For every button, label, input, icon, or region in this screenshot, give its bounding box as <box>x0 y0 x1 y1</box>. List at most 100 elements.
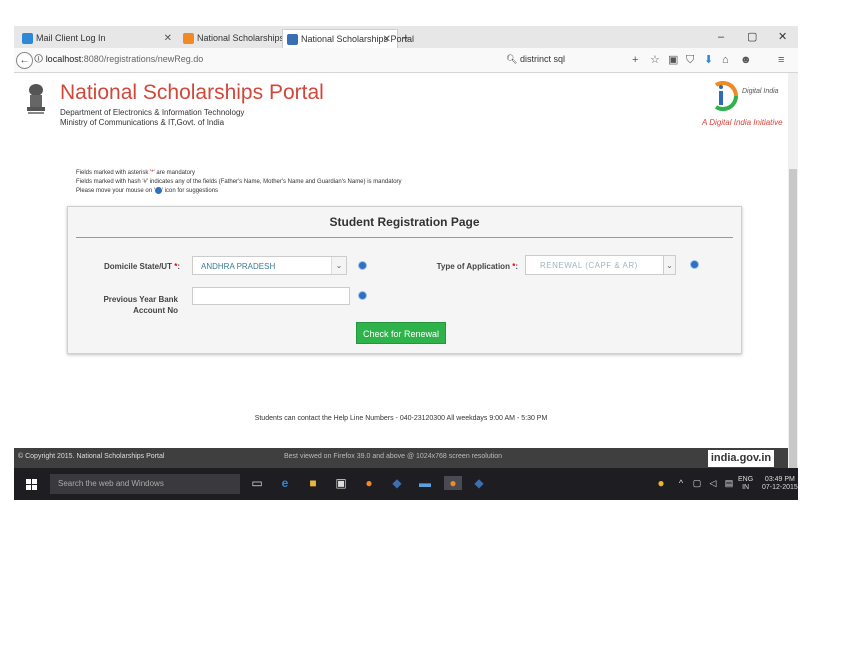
close-window-button[interactable]: ✕ <box>778 29 787 45</box>
registration-panel: Student Registration Page Domicile State… <box>67 206 742 354</box>
pocket-icon[interactable]: ⛉ <box>686 53 694 67</box>
store-icon[interactable]: ▣ <box>334 476 348 490</box>
date-text: 07-12-2015 <box>762 484 798 491</box>
file-explorer-icon[interactable]: ■ <box>306 476 320 490</box>
tab-scholarships-active[interactable]: National Scholarships Portal ✕ <box>282 29 414 49</box>
chevron-up-icon[interactable]: ^ <box>674 476 688 490</box>
help-icon <box>154 187 162 194</box>
tab-label: National Scholarships Portal <box>301 34 415 44</box>
minimize-button[interactable]: – <box>718 29 724 45</box>
portal-subtitle-ministry: Ministry of Communications & IT,Govt. of… <box>60 118 225 127</box>
label-text: Previous Year Bank <box>103 295 178 304</box>
national-emblem-icon <box>27 84 45 114</box>
navigation-bar: ← 🛈 localhost:8080/registrations/newReg.… <box>14 48 798 73</box>
windows-start-icon[interactable] <box>26 479 37 490</box>
globe-icon: 🛈 <box>34 54 46 64</box>
portal-subtitle-department: Department of Electronics & Information … <box>60 108 245 117</box>
firefox-active-icon[interactable]: ● <box>444 476 462 490</box>
search-text: distrinct sql <box>519 54 565 64</box>
taskbar-search[interactable]: Search the web and Windows <box>50 474 240 494</box>
portal-title: National Scholarships Portal <box>60 81 324 104</box>
volume-icon[interactable]: ◁ <box>706 476 720 490</box>
best-viewed-text: Best viewed on Firefox 39.0 and above @ … <box>284 453 503 460</box>
firefox-icon[interactable]: ● <box>362 476 376 490</box>
url-path: :8080/registrations/newReg.do <box>81 54 204 64</box>
label-text: Type of Application <box>436 262 510 271</box>
digital-india-text: Digital India <box>742 88 779 95</box>
portal-icon <box>287 34 298 45</box>
label-text: Domicile State/UT <box>103 262 172 271</box>
download-icon[interactable]: ⬇ <box>704 53 713 67</box>
edge-browser-icon[interactable]: e <box>278 476 292 490</box>
bank-account-input[interactable] <box>192 287 350 305</box>
colon: : <box>515 262 518 271</box>
time-text: 03:49 PM <box>764 476 795 483</box>
action-center-icon[interactable]: ▤ <box>722 476 736 490</box>
application-type-select[interactable]: RENEWAL (CAPF & AR) <box>525 255 670 275</box>
help-icon[interactable] <box>358 291 367 300</box>
check-for-renewal-button[interactable]: Check for Renewal <box>356 322 446 344</box>
windows-taskbar: Search the web and Windows ▭ e ■ ▣ ● ◆ ▬… <box>14 468 798 500</box>
domicile-value: ANDHRA PRADESH <box>201 262 276 271</box>
portal-icon <box>183 33 194 44</box>
note-text: ' are mandatory <box>153 170 196 176</box>
domicile-label: Domicile State/UT *: <box>88 262 180 271</box>
help-icon[interactable] <box>358 261 367 270</box>
task-view-icon[interactable]: ▭ <box>250 476 264 490</box>
application-type-value: RENEWAL (CAPF & AR) <box>540 261 638 270</box>
domicile-select[interactable]: ANDHRA PRADESH ⌄ <box>192 256 347 275</box>
close-icon[interactable]: ✕ <box>383 30 391 49</box>
new-tab-button[interactable]: + <box>402 29 410 47</box>
add-icon[interactable]: + <box>632 53 638 67</box>
url-bar[interactable]: 🛈 localhost:8080/registrations/newReg.do <box>34 51 504 68</box>
hover-note: Please move your mouse on ' ' icon for su… <box>76 187 218 194</box>
note-text: Fields marked with asterisk ' <box>76 170 152 176</box>
app-icon[interactable]: ◆ <box>472 476 486 490</box>
help-icon[interactable] <box>690 260 699 269</box>
digital-india-logo-icon <box>714 81 739 111</box>
notification-warning-icon[interactable]: ● <box>654 476 668 490</box>
app-icon[interactable]: ◆ <box>390 476 404 490</box>
bookmark-star-icon[interactable]: ☆ <box>650 53 660 67</box>
maximize-button[interactable]: ▢ <box>747 29 757 45</box>
page-footer: © Copyright 2015. National Scholarships … <box>14 448 788 468</box>
note-text: ' icon for suggestions <box>161 188 219 195</box>
search-box[interactable]: 🔍︎ distrinct sql <box>506 51 616 68</box>
lang-code: ENG <box>738 476 754 483</box>
menu-icon[interactable]: ≡ <box>778 53 784 67</box>
colon: : <box>177 262 180 271</box>
note-text: Please move your mouse on ' <box>76 188 155 195</box>
app-icon[interactable]: ▬ <box>418 476 432 490</box>
chevron-down-icon[interactable]: ⌄ <box>331 257 346 274</box>
network-icon[interactable]: ▢ <box>690 476 704 490</box>
region-code: IN <box>742 484 750 491</box>
home-icon[interactable]: ⌂ <box>722 53 729 67</box>
tab-bar: Mail Client Log In ✕ National Scholarshi… <box>14 26 798 48</box>
close-icon[interactable]: ✕ <box>164 29 172 48</box>
url-host: localhost <box>45 54 82 64</box>
profile-icon[interactable]: ☻ <box>740 53 752 67</box>
application-type-label: Type of Application *: <box>408 262 518 271</box>
india-gov-logo[interactable]: india.gov.in <box>708 450 774 467</box>
bank-account-label: Previous Year Bank Account No <box>88 294 178 316</box>
chevron-down-icon[interactable]: ⌄ <box>663 255 676 275</box>
language-indicator[interactable]: ENG IN <box>738 476 753 492</box>
label-text: Account No <box>133 306 178 315</box>
form-title: Student Registration Page <box>329 215 480 229</box>
tab-mail-client[interactable]: Mail Client Log In ✕ <box>18 29 178 48</box>
digital-india-tagline: A Digital India Initiative <box>702 118 783 127</box>
scrollbar-thumb[interactable] <box>789 169 797 500</box>
mail-icon <box>22 33 33 44</box>
reading-list-icon[interactable]: ▣ <box>668 53 678 67</box>
copyright-text: © Copyright 2015. National Scholarships … <box>18 453 165 460</box>
mandatory-note: Fields marked with asterisk '*' are mand… <box>76 170 195 176</box>
back-button[interactable]: ← <box>16 52 33 69</box>
divider <box>76 237 733 238</box>
scrollbar[interactable] <box>788 73 798 500</box>
tab-label: Mail Client Log In <box>36 33 106 43</box>
browser-window: Mail Client Log In ✕ National Scholarshi… <box>14 26 798 500</box>
hash-note: Fields marked with hash '#' indicates an… <box>76 179 402 185</box>
search-icon: 🔍︎ <box>506 54 520 64</box>
clock[interactable]: 03:49 PM 07-12-2015 <box>762 476 798 492</box>
tab-scholarships-1[interactable]: National Scholarships Portal <box>179 29 310 48</box>
